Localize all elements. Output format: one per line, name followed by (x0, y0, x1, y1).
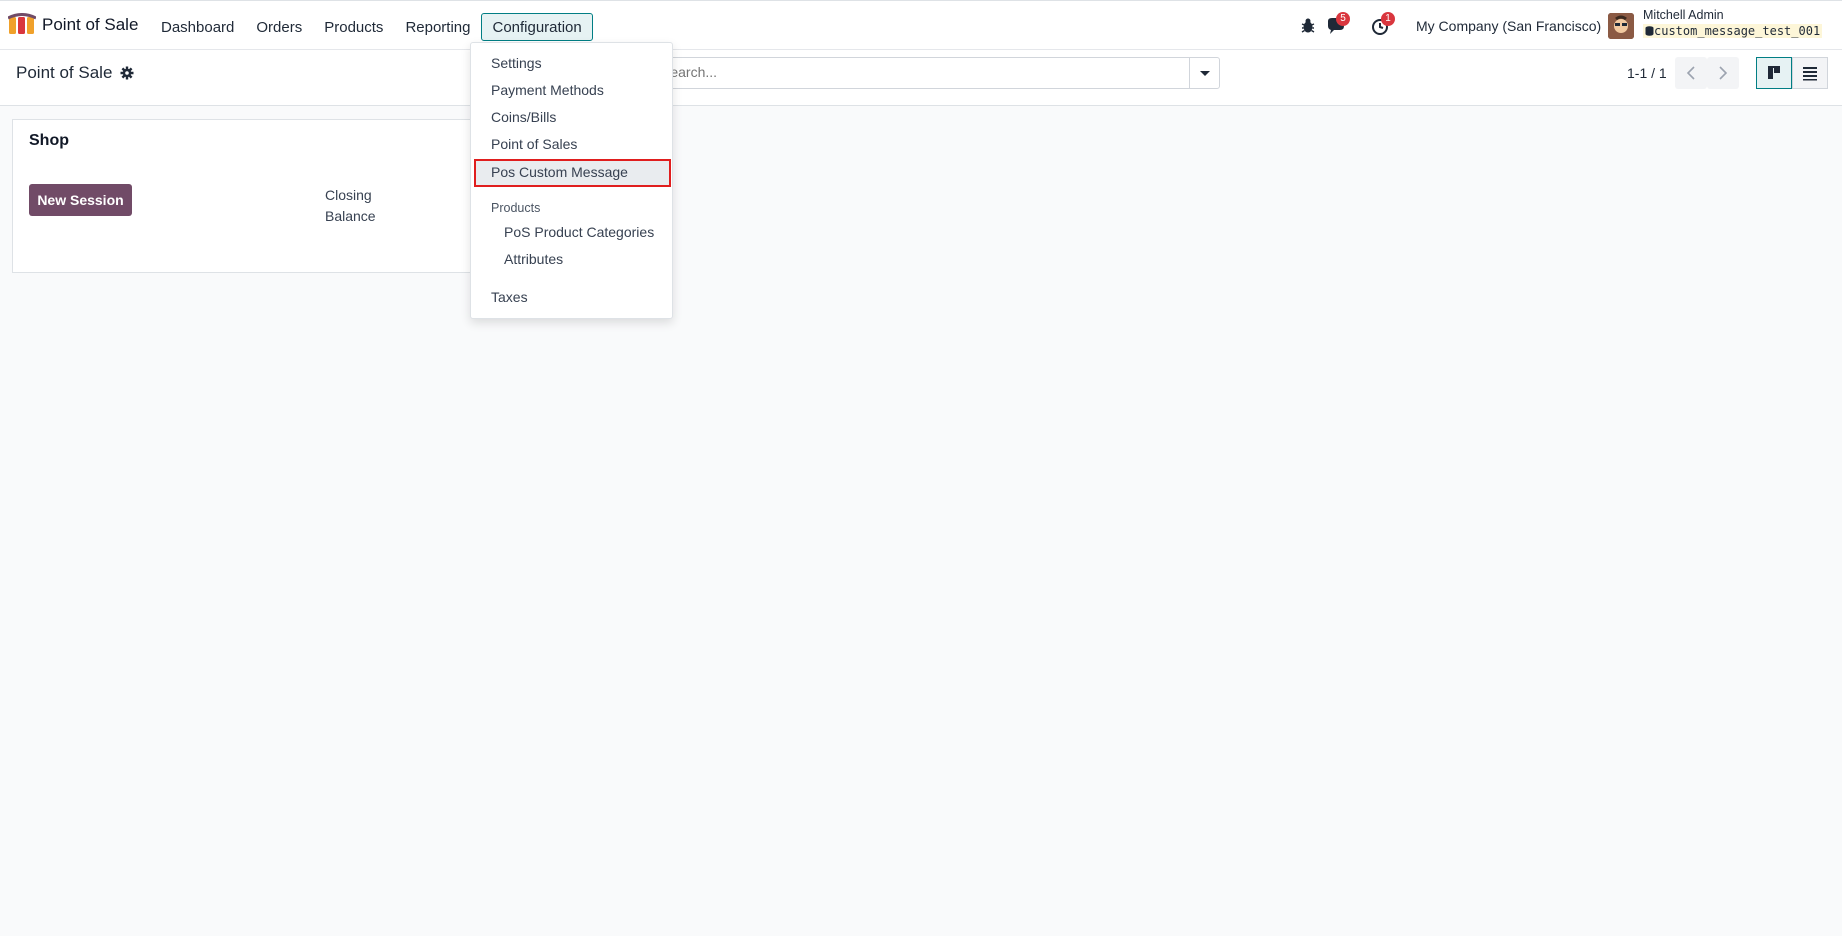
menu-item-payment-methods[interactable]: Payment Methods (491, 82, 604, 98)
chevron-left-icon (1686, 66, 1695, 80)
page-title: Point of Sale (16, 63, 113, 82)
company-switcher[interactable]: My Company (San Francisco) (1416, 18, 1601, 34)
closing-balance-label: Closing Balance (325, 187, 376, 224)
activities-button[interactable]: 1 (1370, 12, 1395, 37)
avatar[interactable] (1608, 13, 1634, 39)
gear-icon[interactable] (120, 66, 134, 80)
menu-item-attributes[interactable]: Attributes (504, 251, 563, 267)
kanban-icon (1768, 66, 1780, 79)
messages-button[interactable]: 5 (1325, 12, 1350, 37)
activities-badge: 1 (1381, 12, 1395, 26)
debug-bug-icon[interactable] (1297, 15, 1319, 37)
menu-item-settings[interactable]: Settings (491, 55, 542, 71)
list-view-button[interactable] (1792, 57, 1828, 89)
pager-value[interactable]: 1-1 / 1 (1627, 65, 1667, 81)
user-avatar-icon (1608, 13, 1634, 39)
main-menu: Dashboard Orders Products Reporting Conf… (150, 13, 593, 41)
pos-config-card: Shop New Session Closing Balance (12, 119, 482, 273)
menu-item-taxes[interactable]: Taxes (491, 289, 528, 305)
card-title: Shop (29, 132, 69, 149)
new-session-button[interactable]: New Session (29, 184, 132, 216)
caret-down-icon (1200, 71, 1210, 76)
list-icon (1803, 67, 1817, 81)
menu-dashboard[interactable]: Dashboard (150, 13, 245, 41)
menu-item-pos-custom-message[interactable]: Pos Custom Message (491, 164, 628, 180)
control-panel: Point of Sale 1-1 / 1 (0, 50, 1842, 106)
menu-reporting[interactable]: Reporting (394, 13, 481, 41)
point-of-sale-logo-icon[interactable] (8, 13, 36, 35)
menu-item-point-of-sales[interactable]: Point of Sales (491, 136, 577, 152)
configuration-dropdown: Settings Payment Methods Coins/Bills Poi… (470, 42, 673, 319)
user-name[interactable]: Mitchell Admin (1643, 8, 1724, 22)
pager-previous-button[interactable] (1675, 57, 1707, 89)
kanban-view-button[interactable] (1756, 57, 1792, 89)
database-name-text: custom_message_test_001 (1654, 24, 1821, 38)
messages-badge: 5 (1336, 12, 1350, 26)
pager-next-button[interactable] (1707, 57, 1739, 89)
app-name[interactable]: Point of Sale (42, 15, 138, 35)
chevron-right-icon (1719, 66, 1728, 80)
menu-products[interactable]: Products (313, 13, 394, 41)
database-name: custom_message_test_001 (1643, 24, 1823, 38)
menu-item-pos-product-categories[interactable]: PoS Product Categories (504, 224, 654, 240)
top-navbar: Point of Sale Dashboard Orders Products … (0, 0, 1842, 50)
database-icon (1645, 26, 1654, 36)
menu-item-coins-bills[interactable]: Coins/Bills (491, 109, 556, 125)
search-options-toggle[interactable] (1189, 58, 1219, 88)
menu-section-products: Products (491, 201, 541, 215)
menu-orders[interactable]: Orders (245, 13, 313, 41)
menu-configuration[interactable]: Configuration (481, 13, 593, 41)
search-input[interactable] (661, 64, 1161, 80)
